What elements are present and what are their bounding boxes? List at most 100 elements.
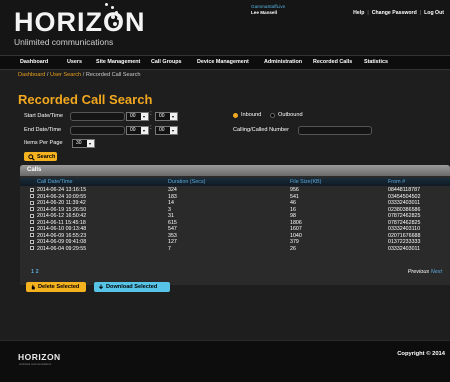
table-row[interactable]: 2014-06-09 09:41:08 127 379 01372233333 (20, 239, 450, 245)
cell-from: 01372233333 (388, 239, 421, 245)
table-row[interactable]: 2014-06-19 15:26:50 3 16 02380386586 (20, 207, 450, 213)
nav-recorded-calls[interactable]: Recorded Calls (313, 59, 352, 65)
breadcrumb-row: Dashboard / User Search / Recorded Call … (18, 72, 446, 78)
cell-datetime: 2014-06-09 09:41:08 (37, 239, 87, 245)
row-checkbox[interactable] (30, 194, 34, 198)
inbound-label: Inbound (241, 112, 262, 118)
column-header-file-size[interactable]: File Size(KB) (290, 179, 321, 185)
cell-duration: 547 (168, 226, 177, 232)
calls-panel: Calls Call Date/Time Duration (Secs) Fil… (20, 165, 450, 285)
nav-users[interactable]: Users (67, 59, 82, 65)
divider: | (367, 10, 369, 16)
cell-duration: 127 (168, 239, 177, 245)
cell-datetime: 2014-06-19 15:26:50 (37, 206, 87, 213)
nav-administration[interactable]: Administration (264, 59, 302, 65)
delete-selected-button[interactable]: Delete Selected (26, 282, 86, 292)
previous-link[interactable]: Previous (408, 269, 429, 275)
inbound-radio[interactable] (233, 113, 238, 118)
footer: HORIZON unlimited communications Copyrig… (0, 340, 450, 382)
start-date-label: Start Date/Time (24, 113, 63, 119)
calling-number-input[interactable] (298, 126, 372, 135)
row-checkbox[interactable] (30, 187, 34, 192)
start-minute-select[interactable]: 00 (155, 112, 178, 121)
row-checkbox[interactable] (30, 200, 34, 205)
cell-from: 08448118787 (388, 187, 421, 193)
table-row[interactable]: 2014-06-11 15:45:18 615 1806 07872462825 (20, 220, 450, 226)
end-date-label: End Date/Time (24, 127, 62, 133)
cell-file-size: 26 (290, 245, 296, 252)
help-link[interactable]: Help (353, 10, 364, 16)
cell-from: 03332403011 (388, 245, 421, 252)
horizon-logo[interactable]: HORIZON Unlimited communications (14, 9, 146, 48)
nav-dashboard[interactable]: Dashboard (20, 59, 48, 65)
chevron-down-icon (141, 127, 148, 134)
table-row[interactable]: 2014-06-24 13:16:15 324 956 08448118787 (20, 187, 450, 193)
start-hour-value: 00 (130, 113, 136, 119)
search-button-label: Search (37, 153, 56, 160)
row-checkbox[interactable] (30, 226, 34, 231)
table-row[interactable]: 2014-06-12 16:50:42 31 98 07872462825 (20, 213, 450, 219)
divider: | (419, 10, 422, 16)
cell-duration: 14 (168, 200, 174, 206)
table-row[interactable]: 2014-06-24 10:09:55 183 541 03454504502 (20, 194, 450, 200)
row-checkbox[interactable] (30, 233, 34, 237)
time-separator: : (150, 125, 152, 131)
table-row[interactable]: 2014-06-10 09:13:48 547 1607 03332403110 (20, 226, 450, 232)
logo-dots-icon (93, 2, 123, 28)
download-selected-button[interactable]: Download Selected (94, 282, 170, 292)
chevron-down-icon (170, 127, 177, 134)
nav-site-management[interactable]: Site Management (96, 59, 140, 65)
cell-file-size: 1607 (290, 226, 302, 232)
column-header-call-datetime[interactable]: Call Date/Time (37, 179, 72, 185)
row-checkbox[interactable] (30, 207, 34, 211)
search-button[interactable]: Search (24, 152, 57, 161)
pagination-pages[interactable]: 1 2 (31, 269, 39, 275)
outbound-radio[interactable] (270, 113, 275, 118)
logout-link[interactable]: Log Out (424, 10, 444, 16)
cell-file-size: 379 (290, 239, 299, 245)
cell-from: 03332403110 (388, 226, 421, 232)
logo-tagline: Unlimited communications (14, 37, 114, 47)
column-header-from[interactable]: From # (388, 179, 405, 185)
cell-datetime: 2014-06-10 09:13:48 (37, 226, 87, 232)
cell-duration: 615 (168, 219, 177, 226)
copyright: Copyright © 2014 (397, 351, 445, 357)
row-checkbox[interactable] (30, 220, 34, 224)
nav-statistics[interactable]: Statistics (364, 59, 388, 65)
row-checkbox[interactable] (30, 246, 34, 250)
cell-file-size: 541 (290, 193, 299, 200)
page: HORIZON Unlimited communications GammaSt… (0, 0, 450, 382)
download-icon (98, 284, 104, 290)
end-hour-select[interactable]: 00 (126, 126, 149, 135)
start-hour-select[interactable]: 00 (126, 112, 149, 121)
delete-selected-label: Delete Selected (38, 284, 80, 290)
cell-duration: 3 (168, 206, 171, 213)
table-row[interactable]: 2014-06-20 11:39:42 14 46 03332403011 (20, 200, 450, 206)
cell-datetime: 2014-06-12 16:50:42 (37, 213, 87, 219)
next-link[interactable]: Next (431, 269, 442, 275)
column-header-duration[interactable]: Duration (Secs) (168, 179, 205, 185)
row-checkbox[interactable] (30, 213, 34, 218)
nav-call-groups[interactable]: Call Groups (151, 59, 182, 65)
cell-duration: 7 (168, 245, 171, 252)
cell-from: 07872462825 (388, 219, 421, 226)
chevron-down-icon (87, 140, 94, 147)
cell-duration: 31 (168, 213, 174, 219)
row-checkbox[interactable] (30, 239, 34, 244)
user-name: Lee Mansell (251, 10, 278, 15)
download-selected-label: Download Selected (106, 284, 158, 290)
cell-duration: 183 (168, 193, 177, 200)
items-per-page-select[interactable]: 30 (72, 139, 95, 148)
start-date-input[interactable] (70, 112, 125, 121)
time-separator: : (150, 111, 152, 117)
nav-device-management[interactable]: Device Management (197, 59, 249, 65)
end-date-input[interactable] (70, 126, 125, 135)
page-title: Recorded Call Search (18, 92, 153, 107)
table-row[interactable]: 2014-06-04 09:29:55 7 26 03332403011 (20, 246, 450, 252)
breadcrumb-dashboard[interactable]: Dashboard (18, 72, 45, 78)
chevron-down-icon (141, 113, 148, 120)
table-row[interactable]: 2014-06-09 16:55:23 353 1040 02071676688 (20, 233, 450, 239)
change-password-link[interactable]: Change Password (372, 10, 417, 16)
breadcrumb-user-search[interactable]: User Search (50, 72, 81, 78)
end-minute-select[interactable]: 00 (155, 126, 178, 135)
